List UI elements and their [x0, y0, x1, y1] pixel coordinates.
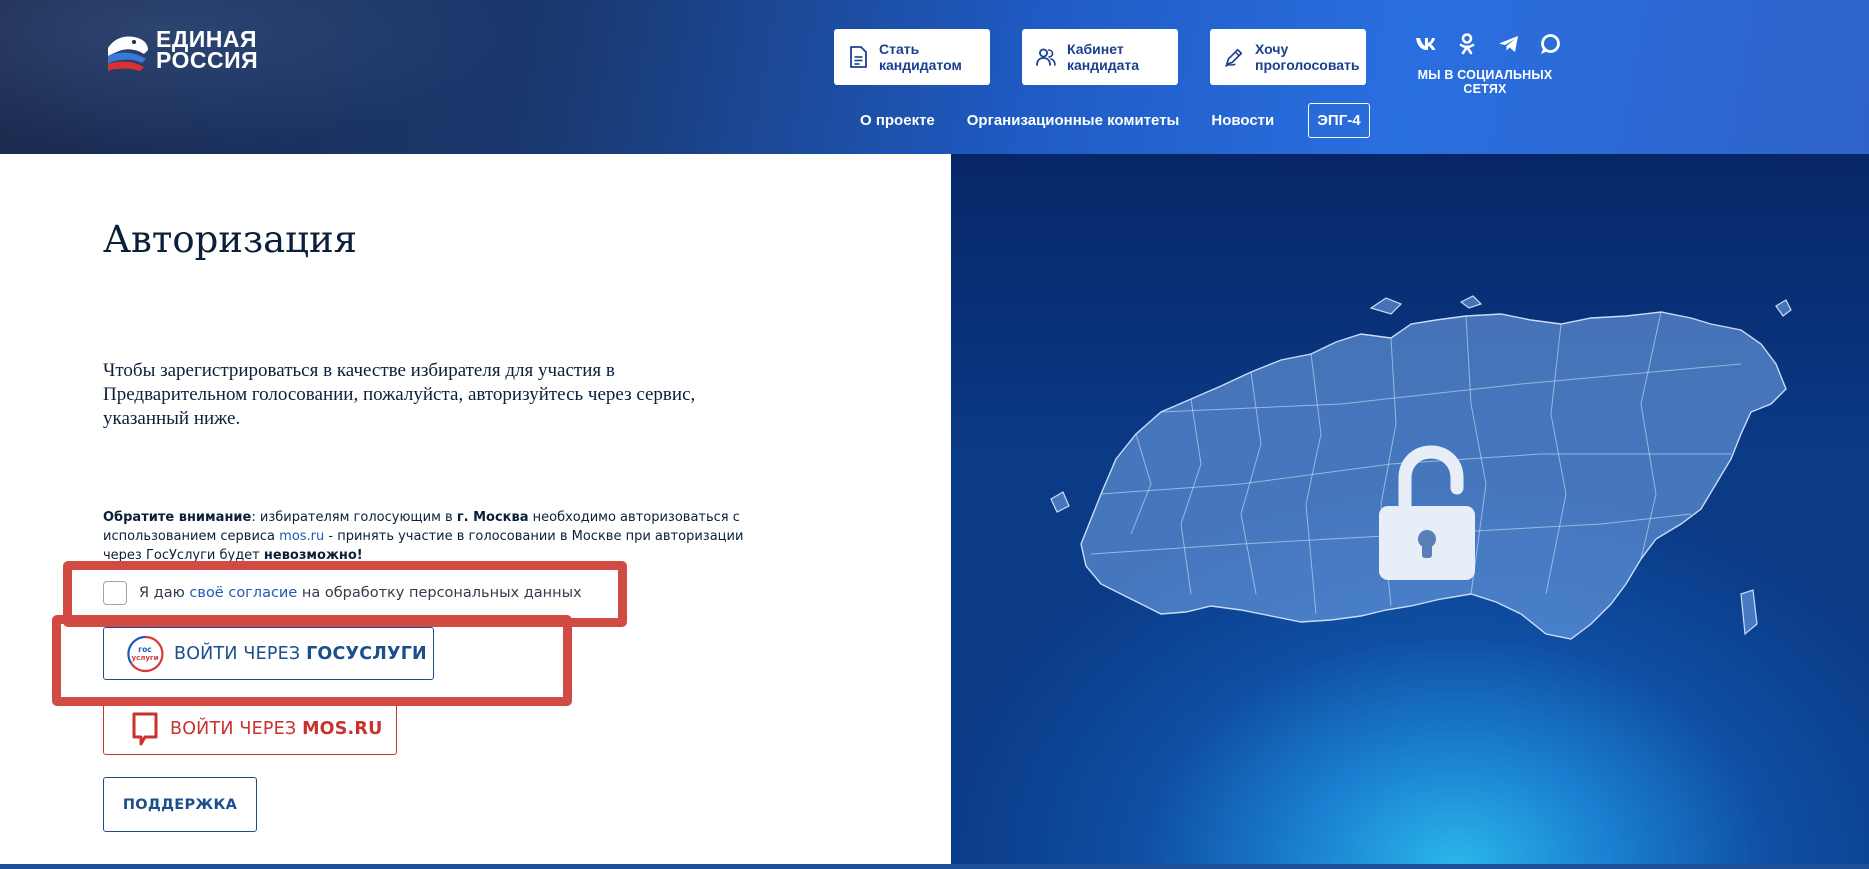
gosuslugi-icon-text-2: услуги [132, 654, 159, 662]
users-icon [1036, 48, 1056, 66]
become-candidate-label: Стать кандидатом [879, 41, 962, 73]
mosru-button-text: ВОЙТИ ЧЕРЕЗ MOS.RU [170, 719, 383, 739]
social-label: МЫ В СОЦИАЛЬНЫХ СЕТЯХ [1417, 68, 1553, 96]
gosuslugi-icon-text-1: гос [138, 645, 152, 654]
social-icons [1396, 32, 1574, 56]
site-header: ЕДИНАЯ РОССИЯ Стать кандидатом Кабинет к… [0, 0, 1869, 154]
document-icon [850, 46, 867, 68]
intro-text: Чтобы зарегистрироваться в качестве изби… [103, 360, 696, 429]
want-to-vote-label: Хочу проголосовать [1255, 41, 1360, 73]
social-block: МЫ В СОЦИАЛЬНЫХ СЕТЯХ [1396, 32, 1574, 96]
gosuslugi-prefix: ВОЙТИ ЧЕРЕЗ [174, 643, 307, 664]
mosru-logo-icon [132, 712, 158, 745]
logo-line-2: РОССИЯ [156, 47, 259, 73]
unlocked-padlock-icon [1379, 445, 1475, 580]
support-button[interactable]: ПОДДЕРЖКА [103, 777, 257, 832]
nav-epg4[interactable]: ЭПГ-4 [1308, 103, 1370, 138]
consent-prefix: Я даю [139, 585, 190, 601]
notice-part-1: : избирателям голосующим в [251, 510, 457, 525]
consent-link[interactable]: своё согласие [189, 585, 297, 601]
page-title: Авторизация [103, 218, 357, 261]
vote-pen-icon [1225, 48, 1243, 67]
notice-bold-prefix: Обратите внимание [103, 510, 252, 525]
notice-bold-suffix: невозможно! [263, 548, 363, 563]
nav-org-committees[interactable]: Организационные комитеты [967, 112, 1180, 129]
odnoklassniki-icon[interactable] [1455, 32, 1479, 56]
login-mosru-button[interactable]: ВОЙТИ ЧЕРЕЗ MOS.RU [103, 702, 397, 755]
telegram-icon[interactable] [1497, 32, 1521, 56]
consent-text: Я даю своё согласие на обработку персона… [139, 585, 582, 601]
mosru-prefix: ВОЙТИ ЧЕРЕЗ [170, 718, 303, 739]
moscow-notice: Обратите внимание: избирателям голосующи… [103, 508, 783, 565]
notice-mos-link[interactable]: mos.ru [279, 529, 324, 544]
consent-row: Я даю своё согласие на обработку персона… [103, 581, 582, 605]
illustration-panel [951, 154, 1869, 864]
candidate-cabinet-label: Кабинет кандидата [1067, 41, 1140, 73]
bottom-bar [0, 864, 1869, 869]
gosuslugi-button-text: ВОЙТИ ЧЕРЕЗ ГОСУСЛУГИ [174, 644, 427, 664]
party-logo[interactable]: ЕДИНАЯ РОССИЯ [104, 28, 258, 72]
bear-flag-logo-icon [108, 36, 148, 71]
mosru-brand: MOS.RU [302, 718, 383, 739]
consent-suffix: на обработку персональных данных [297, 585, 582, 601]
top-navigation: О проекте Организационные комитеты Новос… [860, 103, 1370, 138]
logo-text: ЕДИНАЯ РОССИЯ [156, 28, 259, 73]
consent-checkbox[interactable] [103, 581, 127, 605]
notice-city: г. Москва [456, 510, 529, 525]
become-candidate-button[interactable]: Стать кандидатом [834, 29, 990, 85]
login-gosuslugi-button[interactable]: гос услуги ВОЙТИ ЧЕРЕЗ ГОСУСЛУГИ [103, 627, 434, 680]
gosuslugi-brand: ГОСУСЛУГИ [306, 643, 427, 664]
nav-news[interactable]: Новости [1211, 112, 1274, 129]
chat-icon[interactable] [1538, 32, 1562, 56]
candidate-cabinet-button[interactable]: Кабинет кандидата [1022, 29, 1178, 85]
gosuslugi-logo-icon: гос услуги [127, 635, 164, 672]
want-to-vote-button[interactable]: Хочу проголосовать [1210, 29, 1366, 85]
nav-about-project[interactable]: О проекте [860, 112, 935, 129]
vk-icon[interactable] [1414, 32, 1438, 56]
